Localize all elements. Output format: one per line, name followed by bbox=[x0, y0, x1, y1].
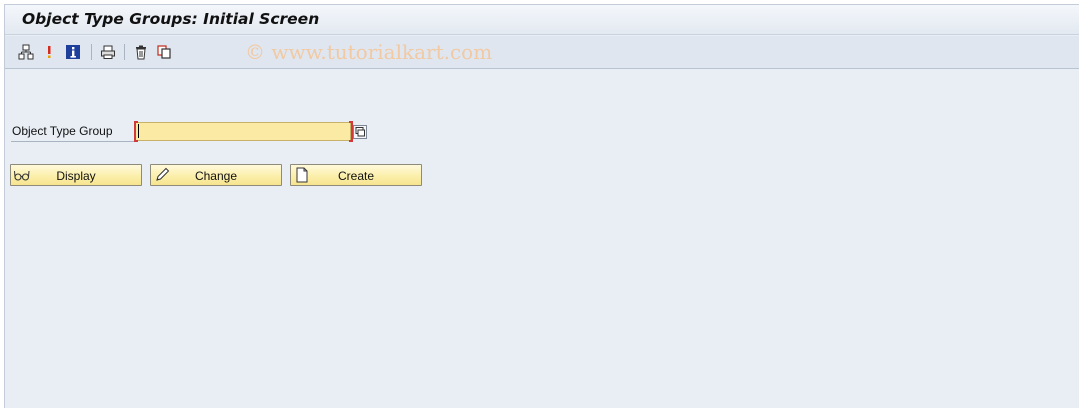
copy-icon[interactable] bbox=[156, 44, 172, 60]
display-button-label: Display bbox=[56, 169, 96, 183]
print-icon[interactable] bbox=[100, 44, 116, 60]
delete-icon[interactable] bbox=[133, 44, 149, 60]
change-button-label: Change bbox=[194, 169, 238, 183]
page-title: Object Type Groups: Initial Screen bbox=[22, 10, 320, 28]
toolbar-separator bbox=[124, 44, 125, 60]
title-bar: Object Type Groups: Initial Screen bbox=[5, 5, 1079, 35]
application-toolbar: © www.tutorialkart.com bbox=[5, 36, 1079, 69]
toolbar-separator bbox=[91, 44, 92, 60]
main-window: Object Type Groups: Initial Screen © www… bbox=[4, 4, 1079, 408]
object-type-group-input[interactable] bbox=[135, 122, 351, 141]
object-type-group-label: Object Type Group bbox=[11, 125, 138, 142]
exclamation-icon[interactable] bbox=[41, 44, 57, 60]
create-button-label: Create bbox=[337, 169, 375, 183]
hierarchy-icon[interactable] bbox=[18, 44, 34, 60]
text-cursor bbox=[138, 124, 139, 138]
create-button[interactable]: Create bbox=[290, 164, 422, 186]
display-button[interactable]: Display bbox=[10, 164, 142, 186]
info-icon[interactable] bbox=[65, 44, 81, 60]
watermark-text: © www.tutorialkart.com bbox=[245, 40, 493, 64]
value-help-icon[interactable] bbox=[352, 123, 368, 140]
change-button[interactable]: Change bbox=[150, 164, 282, 186]
